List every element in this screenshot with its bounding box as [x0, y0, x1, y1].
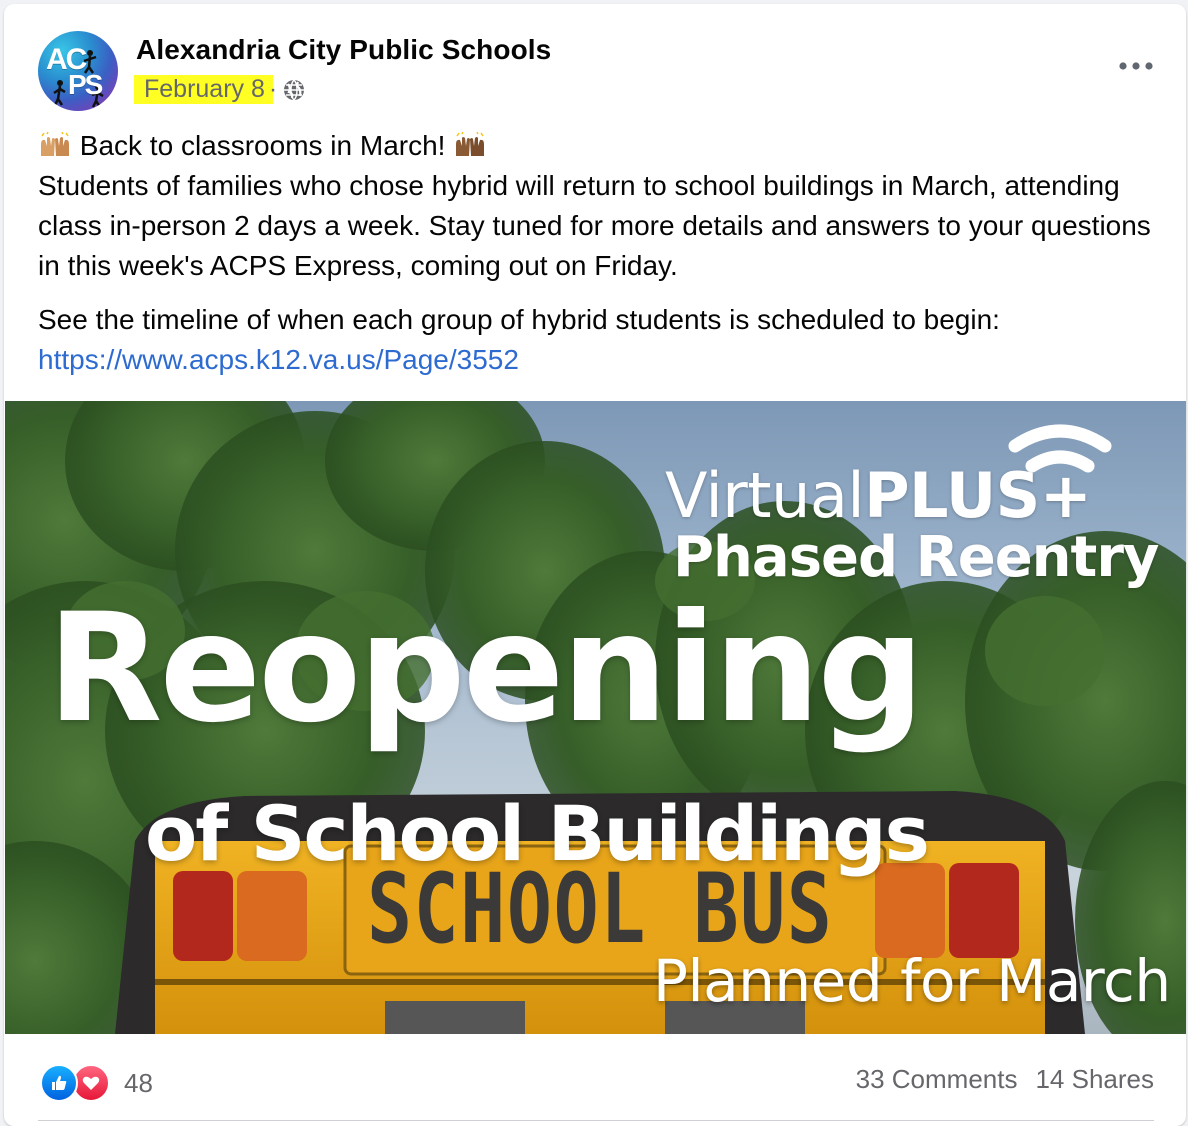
plus-word: PLUS+: [864, 459, 1092, 532]
image-school-buildings: of School Buildings: [145, 789, 930, 878]
like-icon: [40, 1064, 78, 1102]
image-virtual-plus-title: VirtualPLUS+: [665, 459, 1092, 532]
reaction-count: 48: [124, 1067, 153, 1098]
post-headline: Back to classrooms in March!: [79, 130, 446, 161]
comments-count-link[interactable]: 33 Comments: [856, 1064, 1018, 1095]
post-meta: February 8 ·: [134, 75, 305, 104]
image-reopening-headline: Reopening: [47, 582, 925, 756]
globe-icon[interactable]: [283, 79, 305, 101]
facebook-post: AC PS Alexandria City Public Schools Feb…: [4, 4, 1186, 1126]
raising-hands-icon: [41, 132, 69, 156]
post-paragraph-1: Back to classrooms in March! Students of…: [38, 126, 1168, 286]
shares-count-link[interactable]: 14 Shares: [1035, 1064, 1154, 1095]
post-image[interactable]: SCHOOL BUS VirtualPLUS+ Phased Reentry R…: [5, 401, 1186, 1034]
page-avatar[interactable]: AC PS: [38, 31, 118, 111]
footer-divider: [38, 1120, 1154, 1121]
meta-separator: ·: [266, 75, 282, 104]
virtual-word: Virtual: [665, 459, 865, 532]
post-paragraph-2: See the timeline of when each group of h…: [38, 300, 1168, 380]
page-name-link[interactable]: Alexandria City Public Schools: [136, 34, 551, 66]
more-horizontal-icon: [1119, 62, 1153, 70]
image-planned-for-march: Planned for March: [653, 947, 1171, 1015]
post-body: Students of families who chose hybrid wi…: [38, 170, 1151, 281]
image-phased-reentry: Phased Reentry: [673, 525, 1159, 590]
more-options-button[interactable]: [1116, 48, 1156, 84]
timeline-text: See the timeline of when each group of h…: [38, 304, 1000, 335]
avatar-text-bottom: PS: [68, 69, 103, 100]
raising-hands-icon: [456, 132, 485, 156]
reactions-summary[interactable]: 48: [40, 1064, 153, 1102]
post-date-link[interactable]: February 8: [134, 75, 267, 104]
post-message: Back to classrooms in March! Students of…: [38, 126, 1168, 380]
timeline-link[interactable]: https://www.acps.k12.va.us/Page/3552: [38, 344, 519, 375]
engagement-counts: 33 Comments 14 Shares: [856, 1064, 1154, 1095]
